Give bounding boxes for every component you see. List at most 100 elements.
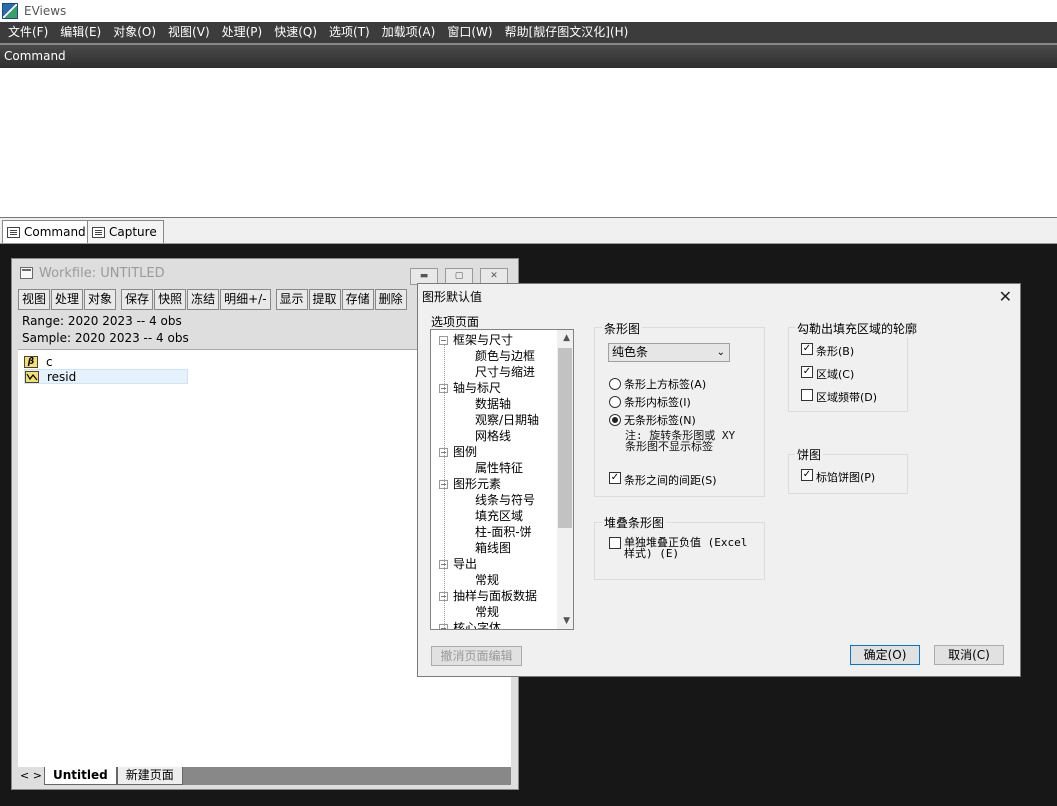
pie-group-label: 饼图 xyxy=(795,446,824,463)
tree-node-elements[interactable]: − 图形元素 xyxy=(439,476,501,492)
menu-addins[interactable]: 加载项(A) xyxy=(376,22,442,43)
app-title: EViews xyxy=(24,4,67,18)
tree-leaf[interactable]: 颜色与边框 xyxy=(475,348,535,364)
tab-command[interactable]: Command xyxy=(2,220,93,243)
tree-node-sampling[interactable]: − 抽样与面板数据 xyxy=(439,588,537,604)
snapshot-button[interactable]: 快照 xyxy=(154,289,187,310)
outline-group-label: 勾勒出填充区域的轮廓 xyxy=(795,320,920,337)
workfile-toolbar: 视图 处理 对象 保存 快照 冻结 明细+/- 显示 提取 存储 删除 xyxy=(18,289,408,311)
range-text[interactable]: Range: 2020 2023 -- 4 obs xyxy=(22,313,189,330)
stack-separate-checkbox[interactable]: 单独堆叠正负值 (Excel 样式) (E) xyxy=(609,537,747,559)
page-nav-arrows[interactable]: < > xyxy=(18,767,44,785)
collapse-icon[interactable]: − xyxy=(439,560,448,569)
tab-capture-label: Capture xyxy=(109,225,157,239)
cancel-button[interactable]: 取消(C) xyxy=(934,645,1004,665)
tree-leaf[interactable]: 箱线图 xyxy=(475,540,511,556)
page-tab-untitled[interactable]: Untitled xyxy=(44,767,117,785)
delete-button[interactable]: 删除 xyxy=(374,289,407,310)
bar-gap-checkbox[interactable]: ✓ 条形之间的间距(S) xyxy=(609,472,717,488)
app-titlebar: EViews xyxy=(0,0,1057,22)
workfile-icon xyxy=(20,267,33,279)
fetch-button[interactable]: 提取 xyxy=(308,289,341,310)
tree-node-fonts[interactable]: − 核心字体 xyxy=(439,620,501,629)
list-item[interactable]: resid xyxy=(24,369,188,384)
proc-button[interactable]: 处理 xyxy=(51,289,84,310)
menu-object[interactable]: 对象(O) xyxy=(107,22,162,43)
tree-leaf[interactable]: 填充区域 xyxy=(475,508,523,524)
tree-leaf[interactable]: 常规 xyxy=(475,572,499,588)
outline-bars-checkbox[interactable]: ✓ 条形(B) xyxy=(801,343,854,359)
workfile-page-tabs: < > Untitled 新建页面 xyxy=(18,767,511,785)
workfile-info: Range: 2020 2023 -- 4 obs Sample: 2020 2… xyxy=(22,313,189,347)
radio-label-inside[interactable]: 条形内标签(I) xyxy=(609,394,691,410)
object-name: resid xyxy=(47,369,77,384)
checkbox-checked-icon: ✓ xyxy=(801,343,813,355)
store-button[interactable]: 存储 xyxy=(341,289,374,310)
collapse-icon[interactable]: − xyxy=(439,384,448,393)
radio-circle xyxy=(609,378,621,390)
stacked-group-label: 堆叠条形图 xyxy=(602,514,667,531)
menu-file[interactable]: 文件(F) xyxy=(2,22,54,43)
menu-proc[interactable]: 处理(P) xyxy=(216,22,269,43)
freeze-button[interactable]: 冻结 xyxy=(187,289,220,310)
tree-leaf[interactable]: 属性特征 xyxy=(475,460,523,476)
collapse-icon[interactable]: − xyxy=(439,624,448,629)
radio-circle-selected xyxy=(609,414,621,426)
menu-window[interactable]: 窗口(W) xyxy=(441,22,498,43)
tree-leaf[interactable]: 柱-面积-饼 xyxy=(475,524,532,540)
save-button[interactable]: 保存 xyxy=(121,289,154,310)
pie-label-checkbox[interactable]: ✓ 标馅饼图(P) xyxy=(801,469,875,485)
tree-leaf[interactable]: 尺寸与缩进 xyxy=(475,364,535,380)
menu-view[interactable]: 视图(V) xyxy=(162,22,216,43)
scroll-up-icon[interactable]: ▲ xyxy=(563,333,570,343)
eviews-logo-icon xyxy=(2,3,18,19)
checkbox-unchecked-icon xyxy=(801,389,813,401)
view-button[interactable]: 视图 xyxy=(18,289,51,310)
graph-defaults-dialog: 图形默认值 ✕ 选项页面 − 框架与尺寸 颜色与边框 尺寸与缩进 − 轴与标尺 数据… xyxy=(417,283,1021,677)
tree-leaf[interactable]: 观察/日期轴 xyxy=(475,412,539,428)
stack-checkbox-line2: 样式) (E) xyxy=(624,547,680,560)
chevron-down-icon: ⌄ xyxy=(716,347,725,358)
tree-leaf[interactable]: 线条与符号 xyxy=(475,492,535,508)
list-item[interactable]: β c xyxy=(24,354,53,369)
collapse-icon[interactable]: − xyxy=(439,448,448,457)
tree-scrollbar[interactable]: ▲ ▼ xyxy=(557,330,573,629)
details-button[interactable]: 明细+/- xyxy=(220,289,271,310)
tree-node-axes[interactable]: − 轴与标尺 xyxy=(439,380,501,396)
command-input-area[interactable] xyxy=(0,68,1057,218)
workfile-title: Workfile: UNTITLED xyxy=(39,265,165,281)
radio-label-above[interactable]: 条形上方标签(A) xyxy=(609,376,706,392)
close-icon[interactable]: ✕ xyxy=(999,287,1012,306)
tree-node-frame[interactable]: − 框架与尺寸 xyxy=(439,332,513,348)
checkbox-unchecked-icon xyxy=(609,537,621,549)
tree-leaf[interactable]: 常规 xyxy=(475,604,499,620)
menu-options[interactable]: 选项(T) xyxy=(323,22,376,43)
tree-node-export[interactable]: − 导出 xyxy=(439,556,477,572)
menu-help[interactable]: 帮助[靓仔图文汉化](H) xyxy=(499,22,635,43)
tree-leaf[interactable]: 数据轴 xyxy=(475,396,511,412)
bar-note-line2: 条形图不显示标签 xyxy=(625,440,713,453)
scroll-down-icon[interactable]: ▼ xyxy=(563,616,570,626)
options-page-label: 选项页面 xyxy=(431,315,480,329)
object-name: c xyxy=(46,354,53,369)
bar-group-label: 条形图 xyxy=(602,320,643,337)
object-button[interactable]: 对象 xyxy=(84,289,117,310)
collapse-icon[interactable]: − xyxy=(439,592,448,601)
collapse-icon[interactable]: − xyxy=(439,480,448,489)
tree-node-legend[interactable]: − 图例 xyxy=(439,444,477,460)
outline-area-checkbox[interactable]: ✓ 区域(C) xyxy=(801,366,854,382)
undo-page-edits-button[interactable]: 撤消页面编辑 xyxy=(431,646,522,666)
ok-button[interactable]: 确定(O) xyxy=(850,645,920,665)
page-tab-new[interactable]: 新建页面 xyxy=(116,767,183,785)
tab-capture[interactable]: Capture xyxy=(87,220,164,243)
scrollbar-thumb[interactable] xyxy=(558,348,572,528)
collapse-icon[interactable]: − xyxy=(439,336,448,345)
show-button[interactable]: 显示 xyxy=(275,289,308,310)
outline-band-checkbox[interactable]: 区域频带(D) xyxy=(801,389,877,405)
radio-no-label[interactable]: 无条形标签(N) xyxy=(609,412,696,428)
menu-edit[interactable]: 编辑(E) xyxy=(54,22,107,43)
menu-quick[interactable]: 快速(Q) xyxy=(268,22,323,43)
tree-leaf[interactable]: 网格线 xyxy=(475,428,511,444)
sample-text[interactable]: Sample: 2020 2023 -- 4 obs xyxy=(22,330,189,347)
bar-style-select[interactable]: 纯色条 ⌄ xyxy=(608,343,730,362)
